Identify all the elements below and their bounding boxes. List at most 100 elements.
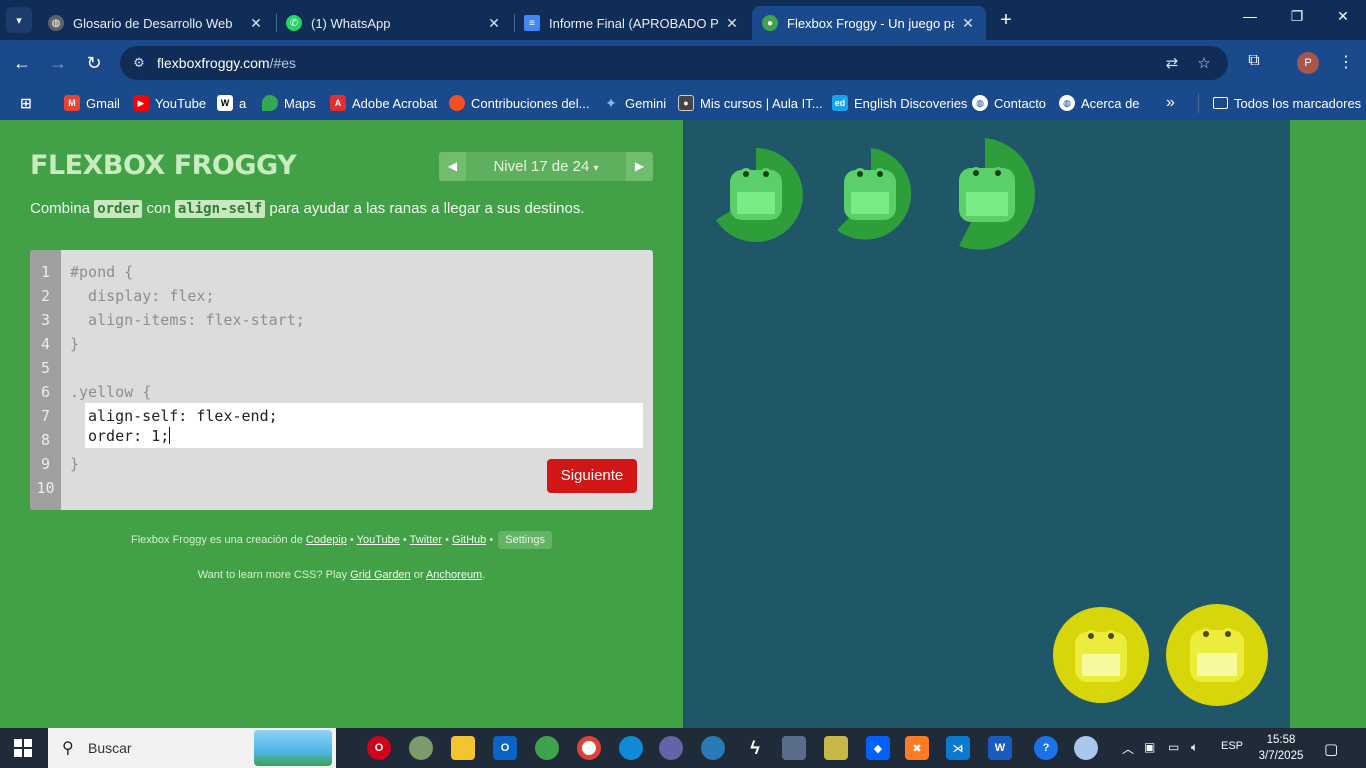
- bookmark-wikipedia[interactable]: Wa: [217, 93, 246, 113]
- search-icon: ⚲: [62, 740, 74, 757]
- file-explorer-icon[interactable]: [451, 736, 475, 760]
- acrobat-icon: A: [330, 95, 346, 111]
- app-icon[interactable]: [659, 736, 683, 760]
- dropbox-icon[interactable]: ◆: [866, 736, 890, 760]
- link-anchoreum[interactable]: Anchoreum: [426, 569, 482, 581]
- tab-glosario[interactable]: ◍ Glosario de Desarrollo Web ✕: [38, 6, 274, 40]
- windows-taskbar: ⚲ Buscar O O ϟ ◆ ✖ ⋊ W ? ︿ ▣ ▭ 🔈︎ ESP 15…: [0, 728, 1366, 768]
- maps-app-icon[interactable]: [535, 736, 559, 760]
- battery-icon[interactable]: ▭: [1168, 740, 1179, 754]
- forward-arrow-icon[interactable]: →: [47, 52, 69, 74]
- previous-level-arrow-icon[interactable]: ◀: [439, 152, 466, 181]
- bookmark-gmail[interactable]: M Gmail: [64, 93, 120, 113]
- extensions-icon[interactable]: ⧉: [1243, 52, 1265, 70]
- level-selector[interactable]: Nivel 17 de 24 ▾: [466, 152, 626, 181]
- apps-icon[interactable]: ⊞: [18, 93, 34, 113]
- link-grid-garden[interactable]: Grid Garden: [350, 569, 411, 581]
- site-settings-icon[interactable]: ⚙: [130, 54, 148, 72]
- next-level-arrow-icon[interactable]: ▶: [626, 152, 653, 181]
- caret-down-icon: ▾: [593, 163, 599, 174]
- bookmark-gemini[interactable]: ✦ Gemini: [603, 93, 666, 113]
- app-icon[interactable]: ϟ: [743, 736, 767, 760]
- url-domain: flexboxfroggy.com: [157, 55, 270, 71]
- line-number: 2: [40, 287, 51, 305]
- new-tab-button[interactable]: +: [996, 10, 1016, 30]
- vscode-icon[interactable]: ⋊: [946, 736, 970, 760]
- app-icon[interactable]: [701, 736, 725, 760]
- tray-chevron-icon[interactable]: ︿: [1122, 740, 1134, 757]
- bookmark-contacto[interactable]: ◍ Contacto: [972, 93, 1046, 113]
- folder-icon: [1213, 97, 1228, 109]
- avatar[interactable]: P: [1297, 52, 1319, 74]
- bookmark-contribuciones[interactable]: Contribuciones del...: [449, 93, 590, 113]
- close-icon[interactable]: ✕: [960, 15, 976, 32]
- line-number: 1: [40, 263, 51, 281]
- close-icon[interactable]: ✕: [486, 15, 502, 32]
- help-icon[interactable]: ?: [1034, 736, 1058, 760]
- tab-whatsapp[interactable]: ✆ (1) WhatsApp ✕: [276, 6, 512, 40]
- link-codepip[interactable]: Codepip: [306, 534, 347, 546]
- close-window-icon[interactable]: ✕: [1333, 8, 1353, 25]
- chrome-icon[interactable]: [577, 736, 601, 760]
- ed-icon: ed: [832, 95, 848, 111]
- edge-icon[interactable]: [619, 736, 643, 760]
- code-line: }: [70, 335, 80, 353]
- notifications-icon[interactable]: ▢: [1324, 740, 1338, 758]
- line-number: 6: [40, 383, 51, 401]
- app-icon[interactable]: [409, 736, 433, 760]
- bookmark-maps[interactable]: Maps: [262, 93, 316, 113]
- opera-icon[interactable]: O: [367, 736, 391, 760]
- bookmark-mis-cursos[interactable]: ● Mis cursos | Aula IT...: [678, 93, 823, 113]
- line-number: 3: [40, 311, 51, 329]
- taskbar-search-input[interactable]: ⚲ Buscar: [48, 728, 336, 768]
- close-icon[interactable]: ✕: [248, 15, 264, 32]
- app-icon[interactable]: [782, 736, 806, 760]
- tab-search-button[interactable]: ▾: [6, 7, 32, 33]
- line-number: 4: [40, 335, 51, 353]
- bookmark-english-discoveries[interactable]: ed English Discoveries: [832, 93, 967, 113]
- settings-button[interactable]: Settings: [498, 531, 552, 549]
- bookmark-youtube[interactable]: ▶ YouTube: [133, 93, 206, 113]
- close-icon[interactable]: ✕: [724, 15, 740, 32]
- wikipedia-icon: W: [217, 95, 233, 111]
- all-bookmarks-button[interactable]: Todos los marcadores: [1198, 93, 1361, 113]
- reload-icon[interactable]: ↻: [83, 52, 105, 74]
- windows-start-icon[interactable]: [14, 739, 32, 757]
- next-button[interactable]: Siguiente: [547, 459, 637, 493]
- translate-icon[interactable]: ⇄: [1162, 54, 1182, 74]
- css-input-textarea[interactable]: align-self: flex-end; order: 1;: [85, 403, 643, 448]
- bookmarks-overflow-button[interactable]: »: [1166, 93, 1175, 113]
- learn-more: Want to learn more CSS? Play Grid Garden…: [197, 569, 486, 581]
- tray-device-icon[interactable]: ▣: [1144, 740, 1155, 754]
- back-arrow-icon[interactable]: ←: [11, 52, 33, 74]
- link-github[interactable]: GitHub: [452, 534, 486, 546]
- flexbox-froggy-page: FLEXBOX FROGGY ◀ Nivel 17 de 24 ▾ ▶ Comb…: [0, 120, 1366, 728]
- xampp-icon[interactable]: ✖: [905, 736, 929, 760]
- code-order: order: [94, 200, 143, 218]
- restore-icon[interactable]: ❐: [1287, 8, 1307, 25]
- code-line: #pond {: [70, 263, 134, 281]
- link-youtube[interactable]: YouTube: [357, 534, 400, 546]
- app-icon[interactable]: [824, 736, 848, 760]
- minimize-icon[interactable]: —: [1240, 8, 1260, 24]
- bookmark-adobe-acrobat[interactable]: A Adobe Acrobat: [330, 93, 437, 113]
- menu-icon[interactable]: ⋮: [1335, 52, 1357, 72]
- star-icon[interactable]: ☆: [1194, 54, 1214, 74]
- game-sidebar: FLEXBOX FROGGY ◀ Nivel 17 de 24 ▾ ▶ Comb…: [0, 120, 683, 728]
- green-frog: [959, 167, 1015, 222]
- bookmarks-bar: ⊞ M Gmail ▶ YouTube Wa Maps A Adobe Acrobat…: [0, 86, 1366, 120]
- bookmark-acerca-de[interactable]: ◍ Acerca de: [1059, 93, 1140, 113]
- volume-icon[interactable]: 🔈︎: [1191, 740, 1198, 755]
- link-twitter[interactable]: Twitter: [410, 534, 442, 546]
- address-bar[interactable]: ⚙ flexboxfroggy.com/#es ⇄ ☆: [120, 46, 1228, 80]
- outlook-icon[interactable]: O: [493, 736, 517, 760]
- language-indicator[interactable]: ESP: [1221, 740, 1243, 752]
- clock[interactable]: 15:58 3/7/2025: [1253, 732, 1309, 764]
- word-icon[interactable]: W: [988, 736, 1012, 760]
- tab-flexbox-froggy[interactable]: ● Flexbox Froggy - Un juego para ✕: [752, 6, 986, 40]
- tab-informe-final[interactable]: ≡ Informe Final (APROBADO PARA ✕: [514, 6, 750, 40]
- weather-icon[interactable]: [1074, 736, 1098, 760]
- code-line: .yellow {: [70, 383, 152, 401]
- line-number: 8: [40, 431, 51, 449]
- game-logo: FLEXBOX FROGGY: [30, 150, 297, 181]
